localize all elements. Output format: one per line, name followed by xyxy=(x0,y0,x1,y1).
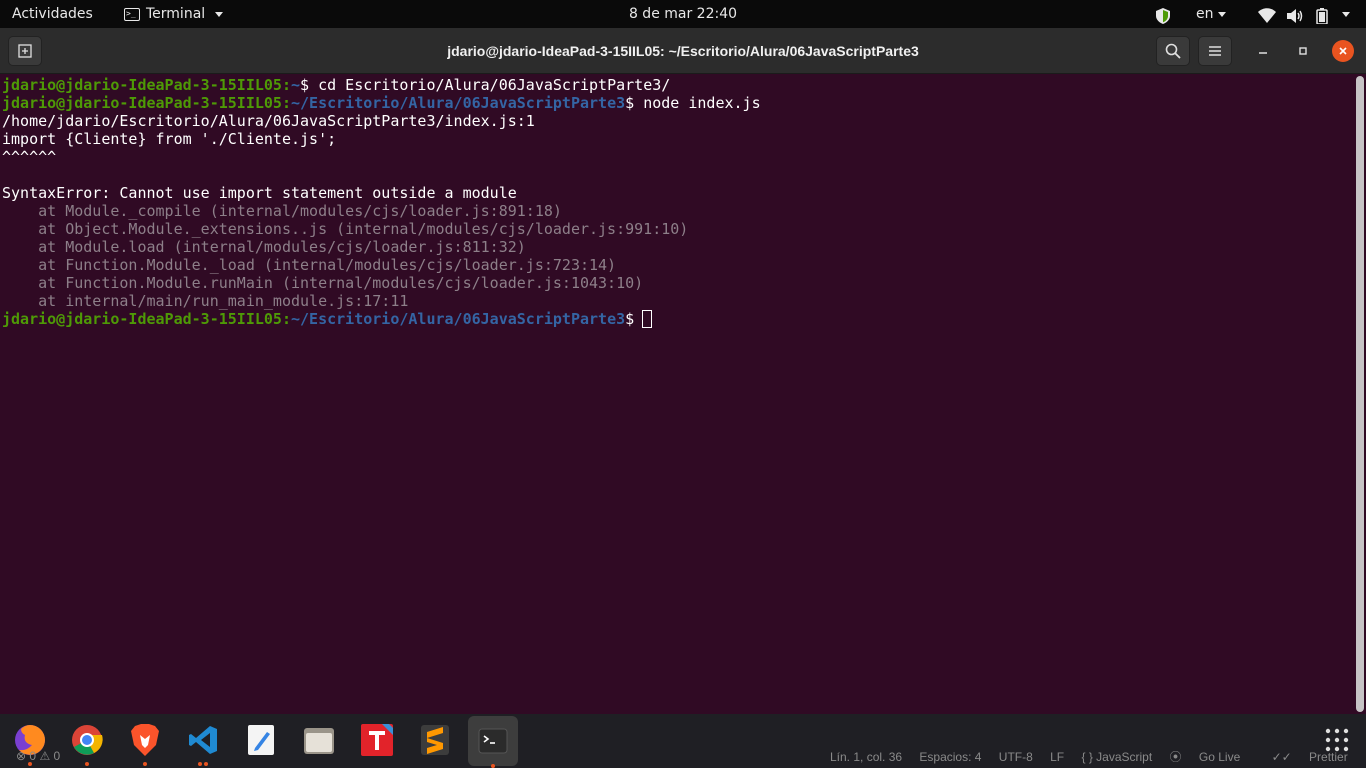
system-menu-chevron-icon[interactable] xyxy=(1338,0,1350,28)
terminal-line: SyntaxError: Cannot use import statement… xyxy=(2,184,517,202)
command-text: $ node index.js xyxy=(625,94,761,112)
go-live-label: Go Live xyxy=(1198,750,1241,764)
command-text: $ cd Escritorio/Alura/06JavaScriptParte3… xyxy=(300,76,671,94)
app-menu[interactable]: >_ Terminal xyxy=(124,0,224,28)
scrollbar[interactable] xyxy=(1356,76,1364,712)
stack-trace-line: at Function.Module.runMain (internal/mod… xyxy=(2,274,644,292)
sublime-icon[interactable] xyxy=(415,720,455,760)
prompt-user: jdario@jdario-IdeaPad-3-15IIL05 xyxy=(2,310,282,328)
encoding[interactable]: UTF-8 xyxy=(999,750,1033,764)
prompt-user: jdario@jdario-IdeaPad-3-15IIL05 xyxy=(2,76,282,94)
prompt-symbol: $ xyxy=(625,310,635,328)
prompt-path: ~ xyxy=(291,76,301,94)
prompt-separator: : xyxy=(281,94,291,112)
terminal-line: import {Cliente} from './Cliente.js'; xyxy=(2,130,337,148)
terminal-line: jdario@jdario-IdeaPad-3-15IIL05:~/Escrit… xyxy=(2,310,1352,328)
cursor-position[interactable]: Lín. 1, col. 36 xyxy=(830,750,902,764)
stack-trace-line: at Module._compile (internal/modules/cjs… xyxy=(2,202,562,220)
clock[interactable]: 8 de mar 22:40 xyxy=(629,6,737,22)
language-indicator[interactable]: en xyxy=(1196,0,1226,28)
language-label: en xyxy=(1196,6,1214,22)
chevron-down-icon xyxy=(1217,11,1226,17)
error-icon: ⊗ xyxy=(16,749,27,763)
search-button[interactable] xyxy=(1156,36,1190,66)
editor-status-bar: Lín. 1, col. 36 Espacios: 4 UTF-8 LF { }… xyxy=(830,748,1366,766)
hamburger-icon xyxy=(1209,46,1221,56)
prompt-user: jdario@jdario-IdeaPad-3-15IIL05 xyxy=(2,94,282,112)
prettier-button[interactable]: ✓✓ Prettier xyxy=(1272,750,1362,764)
brave-icon[interactable] xyxy=(125,720,165,766)
close-icon xyxy=(1339,47,1347,55)
window-title: jdario@jdario-IdeaPad-3-15IIL05: ~/Escri… xyxy=(447,43,919,59)
stack-trace-line: at Object.Module._extensions..js (intern… xyxy=(2,220,689,238)
chrome-icon[interactable] xyxy=(67,720,107,766)
stack-trace-line: at Function.Module._load (internal/modul… xyxy=(2,256,617,274)
terminal-output: jdario@jdario-IdeaPad-3-15IIL05:~$ cd Es… xyxy=(2,76,1352,328)
chevron-down-icon xyxy=(215,11,224,17)
show-applications-button[interactable] xyxy=(1325,728,1349,752)
wifi-icon[interactable] xyxy=(1258,6,1276,23)
maximize-button[interactable] xyxy=(1292,40,1314,62)
hamburger-menu-button[interactable] xyxy=(1198,36,1232,66)
language-mode[interactable]: { } JavaScript xyxy=(1081,750,1152,764)
typora-icon[interactable] xyxy=(357,720,397,760)
prettier-label: Prettier xyxy=(1309,750,1348,764)
broadcast-icon: ⦿ xyxy=(1169,750,1185,764)
maximize-icon xyxy=(1299,47,1307,55)
terminal-icon[interactable] xyxy=(468,716,518,768)
problems-indicator[interactable]: ⊗ 0 ⚠ 0 xyxy=(16,749,60,763)
text-cursor xyxy=(642,310,653,328)
top-bar: Actividades >_ Terminal 8 de mar 22:40 e… xyxy=(0,0,1366,28)
stack-trace-line: at internal/main/run_main_module.js:17:1… xyxy=(2,292,409,310)
prompt-path: ~/Escritorio/Alura/06JavaScriptParte3 xyxy=(291,310,626,328)
problems-count: 0 xyxy=(29,749,37,763)
terminal-line-empty xyxy=(2,166,1352,184)
files-icon[interactable] xyxy=(299,720,339,760)
bottom-dock: ⊗ 0 ⚠ 0 Lín. 1, col. 36 Espacios: 4 UTF-… xyxy=(0,714,1366,768)
volume-icon[interactable] xyxy=(1286,6,1304,23)
new-tab-button[interactable] xyxy=(8,36,42,66)
end-of-line[interactable]: LF xyxy=(1050,750,1064,764)
window-header: jdario@jdario-IdeaPad-3-15IIL05: ~/Escri… xyxy=(0,28,1366,74)
new-tab-icon xyxy=(18,44,32,58)
terminal-line: ^^^^^^ xyxy=(2,148,57,166)
minimize-button[interactable] xyxy=(1252,40,1274,62)
battery-icon[interactable] xyxy=(1316,6,1328,25)
terminal-line: jdario@jdario-IdeaPad-3-15IIL05:~$ cd Es… xyxy=(2,76,1352,94)
go-live-button[interactable]: ⦿ Go Live xyxy=(1170,750,1255,764)
prompt-separator: : xyxy=(281,310,291,328)
terminal-line: /home/jdario/Escritorio/Alura/06JavaScri… xyxy=(2,112,535,130)
activities-button[interactable]: Actividades xyxy=(12,0,93,28)
minimize-icon xyxy=(1259,52,1267,54)
check-icon: ✓✓ xyxy=(1271,750,1296,764)
terminal-view[interactable]: jdario@jdario-IdeaPad-3-15IIL05:~$ cd Es… xyxy=(0,74,1366,714)
text-editor-icon[interactable] xyxy=(241,720,281,760)
warnings-count: 0 xyxy=(53,749,61,763)
prompt-separator: : xyxy=(281,76,291,94)
close-button[interactable] xyxy=(1332,40,1354,62)
app-menu-label: Terminal xyxy=(146,6,206,22)
shield-icon[interactable] xyxy=(1156,6,1170,24)
search-icon xyxy=(1165,43,1181,59)
stack-trace-line: at Module.load (internal/modules/cjs/loa… xyxy=(2,238,526,256)
prompt-path: ~/Escritorio/Alura/06JavaScriptParte3 xyxy=(291,94,626,112)
terminal-line: jdario@jdario-IdeaPad-3-15IIL05:~/Escrit… xyxy=(2,94,1352,112)
terminal-app-icon: >_ xyxy=(124,7,140,21)
warning-icon: ⚠ xyxy=(39,749,51,763)
app-grid-icon xyxy=(1325,728,1349,752)
vscode-icon[interactable] xyxy=(183,720,223,766)
indentation[interactable]: Espacios: 4 xyxy=(919,750,981,764)
